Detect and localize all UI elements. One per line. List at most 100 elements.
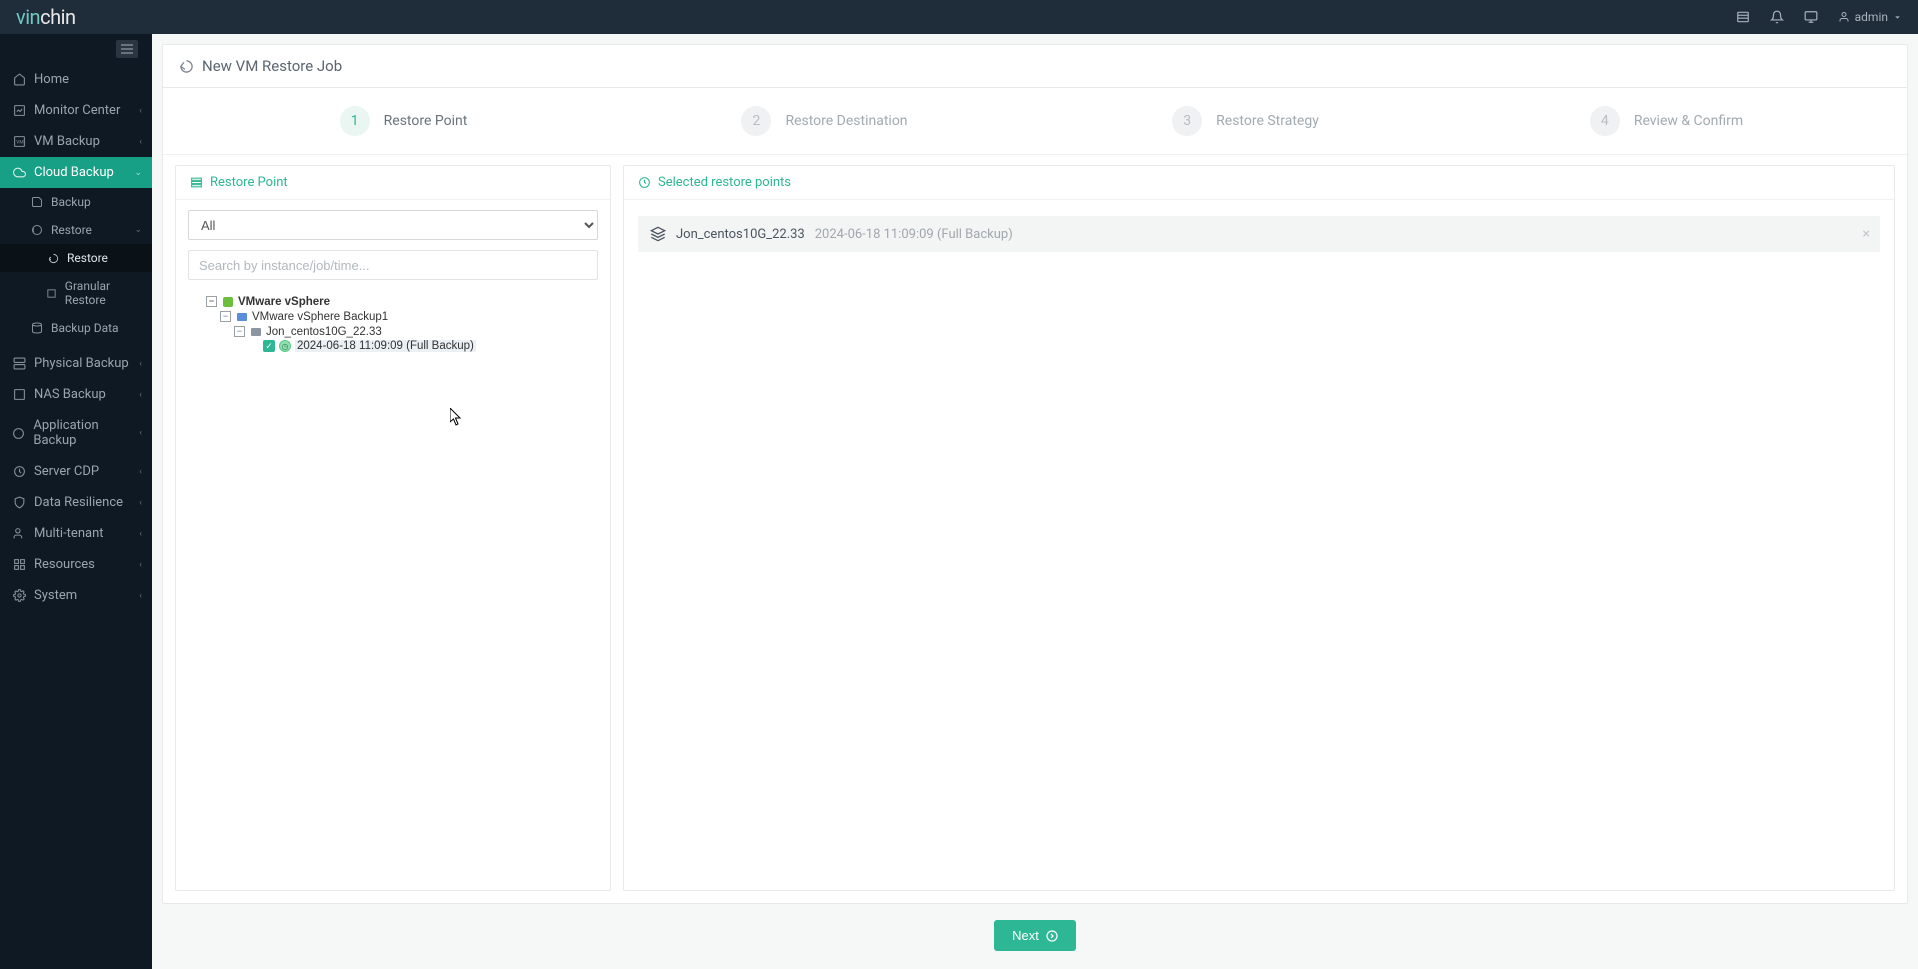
nav-resources[interactable]: Resources‹ — [0, 549, 152, 580]
tree-label: VMware vSphere — [238, 296, 330, 308]
hamburger-icon — [116, 40, 138, 58]
nav-app-backup[interactable]: Application Backup‹ — [0, 410, 152, 456]
cdp-icon — [12, 465, 26, 478]
nav-backup-data[interactable]: Backup Data — [0, 314, 152, 342]
collapse-icon[interactable]: − — [206, 296, 217, 307]
cloud-icon — [12, 166, 26, 179]
nav-multi-tenant[interactable]: Multi-tenant‹ — [0, 518, 152, 549]
brand-part1: vin — [16, 5, 40, 29]
step-num: 2 — [741, 106, 771, 136]
nav-restore[interactable]: Restore⌄ — [0, 216, 152, 244]
job-icon — [235, 310, 248, 323]
topbar: vinchin admin — [0, 0, 1918, 34]
sidebar: Home Monitor Center‹ VMVM Backup‹ Cloud … — [0, 34, 152, 969]
nav-label: System — [34, 588, 77, 603]
step-label: Restore Point — [384, 113, 468, 129]
nav-nas-backup[interactable]: NAS Backup ‹ — [0, 379, 152, 410]
step-num: 4 — [1590, 106, 1620, 136]
chevron-icon: ‹ — [139, 467, 142, 477]
chevron-down-icon: ⌄ — [134, 168, 142, 178]
nav-physical-backup[interactable]: Physical Backup ‹ — [0, 348, 152, 379]
step-2[interactable]: 2Restore Destination — [614, 106, 1035, 136]
user-icon — [1838, 11, 1850, 23]
page-title: New VM Restore Job — [163, 45, 1907, 88]
card-body: Jon_centos10G_22.33 2024-06-18 11:09:09 … — [624, 200, 1894, 890]
chevron-icon: ‹ — [139, 529, 142, 539]
nav-restore-sub[interactable]: Restore — [0, 244, 152, 272]
monitor-icon[interactable] — [1804, 9, 1820, 25]
list-icon[interactable] — [1736, 9, 1752, 25]
nav-system[interactable]: System‹ — [0, 580, 152, 611]
chevron-icon: ‹ — [139, 137, 142, 147]
card-body: All − VMware vSphere — [176, 200, 610, 890]
step-1[interactable]: 1Restore Point — [193, 106, 614, 136]
nav-data-resilience[interactable]: Data Resilience ‹ — [0, 487, 152, 518]
nav-label: Data Resilience — [34, 495, 123, 510]
nav-server-cdp[interactable]: Server CDP ‹ — [0, 456, 152, 487]
nav-label: NAS Backup — [34, 387, 106, 402]
home-icon — [12, 73, 26, 86]
card-header: Selected restore points — [624, 166, 1894, 200]
checkbox-checked-icon[interactable]: ✓ — [263, 340, 275, 352]
nav-backup[interactable]: Backup — [0, 188, 152, 216]
layers-icon — [46, 288, 58, 299]
step-3[interactable]: 3 Restore Strategy — [1035, 106, 1456, 136]
main: New VM Restore Job 1Restore Point 2Resto… — [152, 34, 1918, 969]
brand-part2: chin — [40, 5, 75, 29]
chevron-icon: ‹ — [139, 428, 142, 438]
collapse-icon[interactable]: − — [220, 311, 231, 322]
tree-label: VMware vSphere Backup1 — [252, 311, 388, 323]
wizard-footer: Next — [162, 904, 1908, 959]
tree-job[interactable]: − VMware vSphere Backup1 — [188, 309, 598, 324]
nav-home[interactable]: Home — [0, 64, 152, 95]
selected-name: Jon_centos10G_22.33 — [676, 227, 805, 242]
filter-select[interactable]: All — [188, 210, 598, 240]
nav-label: Home — [34, 72, 69, 87]
search-input[interactable] — [188, 250, 598, 280]
server-icon — [12, 357, 26, 370]
step-num: 3 — [1172, 106, 1202, 136]
restore-icon — [46, 253, 60, 264]
selected-restore-point: Jon_centos10G_22.33 2024-06-18 11:09:09 … — [638, 216, 1880, 252]
arrow-right-icon — [1046, 930, 1058, 942]
content-row: Restore Point All − VMware vSph — [163, 155, 1907, 903]
[interactable]: − VMware vSphere — [188, 294, 598, 309]
gear-icon — [12, 589, 26, 602]
sidebar-collapse[interactable] — [0, 34, 152, 64]
nav-label: Backup — [51, 195, 91, 209]
nav-label: Restore — [51, 223, 92, 237]
nav-granular-restore[interactable]: Granular Restore — [0, 272, 152, 314]
restore-icon — [179, 59, 194, 74]
card-header: Restore Point — [176, 166, 610, 200]
clock-icon — [638, 176, 651, 189]
nav-label: Monitor Center — [34, 103, 120, 118]
nav-label: VM Backup — [34, 134, 100, 149]
chevron-icon: ‹ — [139, 359, 142, 369]
nav-monitor[interactable]: Monitor Center‹ — [0, 95, 152, 126]
step-4[interactable]: 4 Review & Confirm — [1456, 106, 1877, 136]
vm-icon — [249, 325, 262, 338]
save-icon — [30, 196, 44, 208]
nav-label: Physical Backup — [34, 356, 129, 371]
nav-cloud-backup[interactable]: Cloud Backup⌄ — [0, 157, 152, 188]
chevron-icon: ‹ — [139, 498, 142, 508]
tree-vm[interactable]: − Jon_centos10G_22.33 — [188, 324, 598, 339]
grid-icon — [12, 558, 26, 571]
nav-label: Restore — [67, 251, 108, 265]
collapse-icon[interactable]: − — [234, 326, 245, 337]
next-button[interactable]: Next — [994, 920, 1076, 951]
bell-icon[interactable] — [1770, 9, 1786, 25]
selected-meta: 2024-06-18 11:09:09 (Full Backup) — [815, 227, 1013, 242]
clock-icon: ◷ — [279, 340, 291, 352]
step-label: Restore Strategy — [1216, 113, 1319, 129]
user-menu[interactable]: admin — [1838, 10, 1902, 24]
chevron-icon: ‹ — [139, 390, 142, 400]
page-title-text: New VM Restore Job — [202, 57, 342, 75]
nav-label: Server CDP — [34, 464, 99, 479]
nav-vm-backup[interactable]: VMVM Backup‹ — [0, 126, 152, 157]
restore-icon — [30, 224, 44, 236]
tree-restore-point[interactable]: ✓ ◷ 2024-06-18 11:09:09 (Full Backup) — [188, 339, 598, 353]
step-label: Review & Confirm — [1634, 113, 1743, 129]
close-icon[interactable]: × — [1863, 226, 1870, 242]
nav-label: Backup Data — [51, 321, 119, 335]
